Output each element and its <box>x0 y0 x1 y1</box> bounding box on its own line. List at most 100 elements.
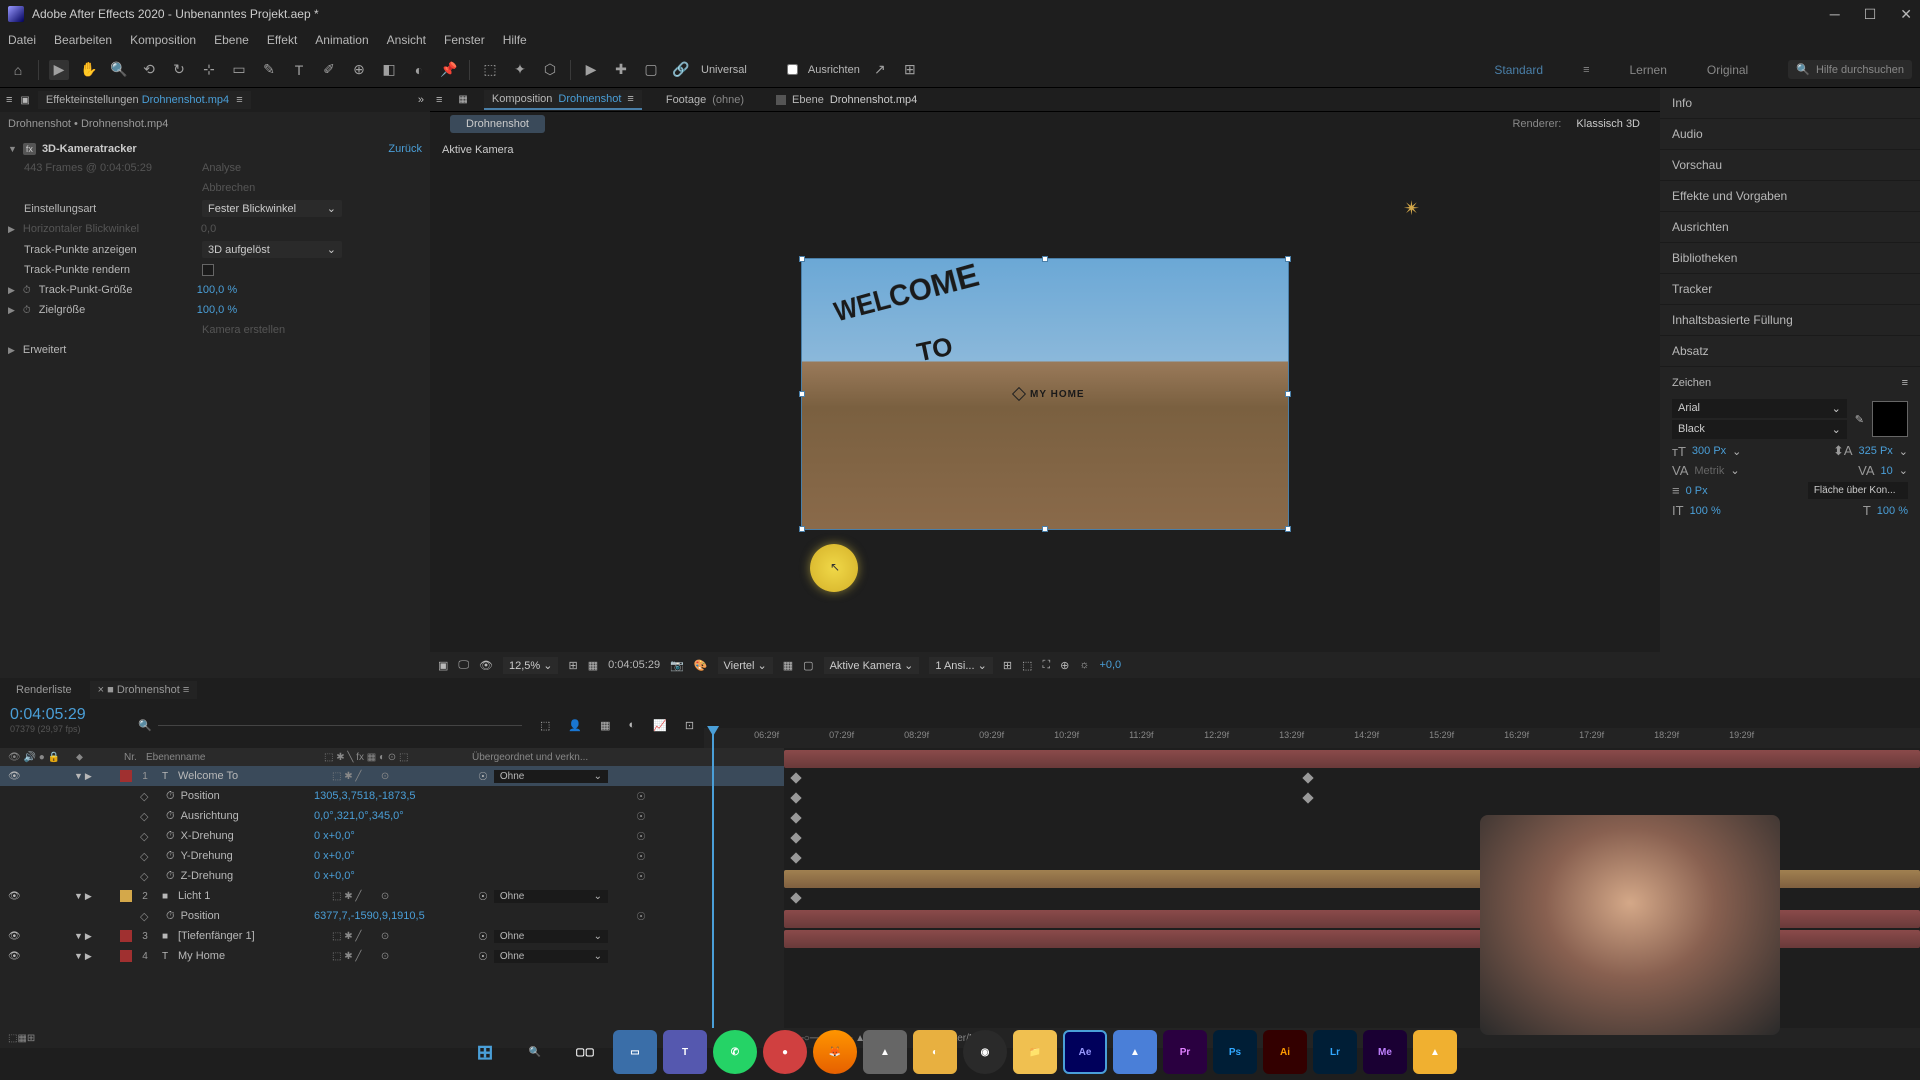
fill-mode-dropdown[interactable]: Fläche über Kon... <box>1808 482 1908 499</box>
zielgroesse-value[interactable]: 100,0 % <box>197 304 237 316</box>
link-icon[interactable]: 🔗 <box>671 60 691 80</box>
vf-icon1[interactable]: ⊞ <box>1003 659 1012 672</box>
channel-icon[interactable]: 🎨 <box>694 659 708 672</box>
explorer-icon[interactable]: ▭ <box>613 1030 657 1074</box>
add-icon[interactable]: ✚ <box>611 60 631 80</box>
visibility-icon[interactable]: 👁 <box>8 771 20 782</box>
pen-tool-icon[interactable]: ✎ <box>259 60 279 80</box>
pickwhip-icon[interactable]: ☉ <box>478 950 488 963</box>
tl-shy-icon[interactable]: 👤 <box>568 719 582 732</box>
keyframe-nav-icon[interactable]: ◇ <box>140 910 158 923</box>
timeline-ruler[interactable]: 06:29f07:29f08:29f09:29f10:29f11:29f12:2… <box>704 728 1920 748</box>
zeichen-title[interactable]: Zeichen <box>1672 377 1711 389</box>
font-size-value[interactable]: 300 Px <box>1692 445 1726 457</box>
trackpunkte-dropdown[interactable]: 3D aufgelöst⌄ <box>202 241 342 258</box>
stopwatch-icon[interactable]: ⏱ <box>166 810 175 823</box>
search-taskbar-icon[interactable]: 🔍 <box>513 1030 557 1074</box>
obs-icon[interactable]: ◉ <box>963 1030 1007 1074</box>
eyedropper-icon[interactable]: ✎ <box>1855 413 1864 426</box>
home-tool-icon[interactable]: ⌂ <box>8 60 28 80</box>
stroke-value[interactable]: 0 Px <box>1686 485 1708 497</box>
visibility-icon[interactable]: 👁 <box>8 891 20 902</box>
parent-dropdown[interactable]: Ohne⌄ <box>494 770 608 783</box>
orbit-tool-icon[interactable]: ⟲ <box>139 60 159 80</box>
selection-tool-icon[interactable]: ▶ <box>49 60 69 80</box>
world-axis-icon[interactable]: ✦ <box>510 60 530 80</box>
display-icon[interactable]: 🖵 <box>458 659 469 672</box>
ai-icon[interactable]: Ai <box>1263 1030 1307 1074</box>
menu-fenster[interactable]: Fenster <box>444 33 485 47</box>
menu-ebene[interactable]: Ebene <box>214 33 249 47</box>
app-icon-yellow[interactable]: ◐ <box>913 1030 957 1074</box>
keyframe-nav-icon[interactable]: ◇ <box>140 870 158 883</box>
effect-reset-link[interactable]: Zurück <box>388 143 422 155</box>
kerning-value[interactable]: Metrik <box>1694 465 1724 477</box>
einstellungsart-dropdown[interactable]: Fester Blickwinkel⌄ <box>202 200 342 217</box>
section-fuellung[interactable]: Inhaltsbasierte Füllung <box>1660 305 1920 336</box>
menu-animation[interactable]: Animation <box>315 33 368 47</box>
start-button[interactable]: ⊞ <box>463 1030 507 1074</box>
tl-graph-icon[interactable]: 📈 <box>653 719 667 732</box>
stopwatch-icon[interactable]: ⏱ <box>166 850 175 863</box>
property-value[interactable]: 6377,7,-1590,9,1910,5 <box>314 910 425 922</box>
keyframe-nav-icon[interactable]: ◇ <box>140 850 158 863</box>
comp-flow-icon[interactable]: ▦ <box>458 94 467 105</box>
ausrichten-checkbox[interactable] <box>787 64 798 75</box>
views-dropdown[interactable]: 1 Ansi... ⌄ <box>929 657 992 674</box>
resolution-dropdown[interactable]: Viertel ⌄ <box>718 657 773 674</box>
hscale-value[interactable]: 100 % <box>1877 505 1908 517</box>
workspace-original[interactable]: Original <box>1707 63 1748 77</box>
layer-row[interactable]: 👁 ▼▶ 1 T Welcome To ⬚ ✱ ╱ ⊙ ☉Ohne⌄ <box>0 766 784 786</box>
whatsapp-icon[interactable]: ✆ <box>713 1030 757 1074</box>
vscale-value[interactable]: 100 % <box>1690 505 1721 517</box>
section-bibliotheken[interactable]: Bibliotheken <box>1660 243 1920 274</box>
firefox-icon[interactable]: 🦊 <box>813 1030 857 1074</box>
pickwhip-icon[interactable]: ☉ <box>636 850 646 863</box>
layer-row[interactable]: 👁 ▼▶ 2 ■ Licht 1 ⬚ ✱ ╱ ⊙ ☉Ohne⌄ <box>0 886 784 906</box>
panel-menu-icon[interactable]: ≡ <box>1902 377 1908 389</box>
section-audio[interactable]: Audio <box>1660 119 1920 150</box>
snap2-icon[interactable]: ⊞ <box>900 60 920 80</box>
parent-dropdown[interactable]: Ohne⌄ <box>494 930 608 943</box>
section-tracker[interactable]: Tracker <box>1660 274 1920 305</box>
type-tool-icon[interactable]: T <box>289 60 309 80</box>
property-value[interactable]: 0,0°,321,0°,345,0° <box>314 810 404 822</box>
viewport[interactable]: Aktive Kamera ✴ WELCOME TO MY HOME ↖ <box>430 136 1660 652</box>
files-icon[interactable]: 📁 <box>1013 1030 1057 1074</box>
menu-bearbeiten[interactable]: Bearbeiten <box>54 33 112 47</box>
camera-dropdown[interactable]: Aktive Kamera ⌄ <box>824 657 920 674</box>
keyframe-nav-icon[interactable]: ◇ <box>140 830 158 843</box>
layer-color-label[interactable] <box>120 930 132 942</box>
preview-frame[interactable]: WELCOME TO MY HOME <box>801 258 1289 530</box>
playhead[interactable] <box>712 728 714 1028</box>
ae-icon[interactable]: Ae <box>1063 1030 1107 1074</box>
fx-badge[interactable]: fx <box>23 143 36 155</box>
magnify-icon[interactable]: ▣ <box>438 659 448 672</box>
stopwatch-icon[interactable]: ⏱ <box>166 910 175 923</box>
teams-icon[interactable]: T <box>663 1030 707 1074</box>
exposure-value[interactable]: +0,0 <box>1099 659 1121 671</box>
visibility-icon[interactable]: 👁 <box>8 951 20 962</box>
section-absatz[interactable]: Absatz <box>1660 336 1920 367</box>
komposition-tab[interactable]: Komposition Drohnenshot ≡ <box>484 90 642 110</box>
tracking-value[interactable]: 10 <box>1881 465 1893 477</box>
font-family-dropdown[interactable]: Arial⌄ <box>1672 399 1847 418</box>
menu-ansicht[interactable]: Ansicht <box>387 33 426 47</box>
vf-icon2[interactable]: ⬚ <box>1022 659 1032 672</box>
exposure-icon[interactable]: ☼ <box>1079 659 1089 671</box>
trackpunkte-rendern-checkbox[interactable] <box>202 264 214 276</box>
prop-erweitert[interactable]: Erweitert <box>23 344 193 356</box>
close-button[interactable]: ✕ <box>1900 6 1912 23</box>
guides-icon[interactable]: ▦ <box>588 659 598 672</box>
app-icon-grey[interactable]: ▲ <box>863 1030 907 1074</box>
grid-icon[interactable]: ⊞ <box>568 659 577 672</box>
pickwhip-icon[interactable]: ☉ <box>636 870 646 883</box>
parent-dropdown[interactable]: Ohne⌄ <box>494 890 608 903</box>
stopwatch-icon[interactable]: ⏱ <box>166 790 175 803</box>
zoom-tool-icon[interactable]: 🔍 <box>109 60 129 80</box>
rotate-tool-icon[interactable]: ↻ <box>169 60 189 80</box>
workspace-lernen[interactable]: Lernen <box>1630 63 1667 77</box>
pickwhip-icon[interactable]: ☉ <box>478 890 488 903</box>
stopwatch-icon[interactable]: ⏱ <box>166 830 175 843</box>
app-icon-red[interactable]: ● <box>763 1030 807 1074</box>
